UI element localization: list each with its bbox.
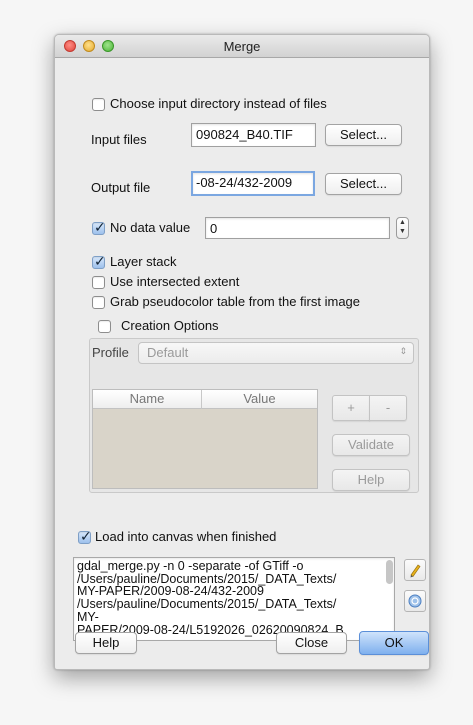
output-select-button[interactable]: Select... bbox=[325, 173, 402, 195]
command-line: MY- bbox=[77, 609, 99, 624]
merge-dialog: Merge Choose input directory instead of … bbox=[54, 34, 430, 670]
creation-options-label: Creation Options bbox=[121, 318, 219, 333]
add-option-button[interactable]: + bbox=[332, 395, 370, 421]
creation-options-group: Profile Default ⇕ Name Value + - Validat… bbox=[89, 338, 419, 493]
load-canvas-checkbox[interactable]: ✓ bbox=[78, 528, 92, 544]
intersected-extent-label: Use intersected extent bbox=[110, 274, 240, 289]
remove-option-button[interactable]: - bbox=[369, 395, 407, 421]
close-button[interactable]: Close bbox=[276, 632, 347, 654]
pseudocolor-checkbox[interactable] bbox=[92, 296, 105, 309]
reset-icon bbox=[408, 594, 422, 608]
value-column-header[interactable]: Value bbox=[202, 390, 317, 409]
spinner-down-icon[interactable]: ▼ bbox=[399, 228, 406, 236]
layer-stack-checkbox[interactable]: ✓ bbox=[92, 253, 106, 269]
output-file-field[interactable]: -08-24/432-2009 bbox=[191, 171, 315, 196]
no-data-spinner[interactable]: ▲ ▼ bbox=[396, 217, 409, 239]
profile-select[interactable]: Default ⇕ bbox=[138, 342, 414, 364]
chevron-updown-icon: ⇕ bbox=[399, 346, 407, 356]
profile-label: Profile bbox=[92, 345, 129, 360]
command-text[interactable]: gdal_merge.py -n 0 -separate -of GTiff -… bbox=[73, 557, 395, 641]
options-table[interactable]: Name Value bbox=[92, 389, 318, 489]
edit-command-button[interactable] bbox=[404, 559, 426, 581]
pseudocolor-label: Grab pseudocolor table from the first im… bbox=[110, 294, 361, 309]
window-title: Merge bbox=[223, 39, 261, 54]
no-data-checkbox[interactable]: ✓ bbox=[92, 219, 106, 235]
name-column-header[interactable]: Name bbox=[93, 390, 202, 409]
command-line: /Users/pauline/Documents/2015/_DATA_Text… bbox=[77, 597, 337, 612]
no-data-label: No data value bbox=[110, 220, 191, 235]
choose-dir-label: Choose input directory instead of files bbox=[110, 96, 327, 111]
creation-help-button[interactable]: Help bbox=[332, 469, 410, 491]
input-files-field[interactable]: 090824_B40.TIF bbox=[191, 123, 316, 147]
command-scrollbar[interactable] bbox=[386, 560, 393, 584]
choose-dir-checkbox[interactable] bbox=[92, 98, 105, 111]
creation-options-checkbox[interactable] bbox=[98, 320, 111, 333]
ok-button[interactable]: OK bbox=[359, 631, 429, 655]
title-bar: Merge bbox=[55, 35, 429, 58]
input-files-label: Input files bbox=[91, 132, 147, 147]
no-data-value-field[interactable]: 0 bbox=[205, 217, 390, 239]
profile-select-value: Default bbox=[147, 345, 189, 360]
layer-stack-label: Layer stack bbox=[110, 254, 177, 269]
help-button[interactable]: Help bbox=[75, 632, 137, 654]
output-file-label: Output file bbox=[91, 180, 151, 195]
validate-button[interactable]: Validate bbox=[332, 434, 410, 456]
pencil-icon bbox=[410, 564, 421, 578]
load-canvas-label: Load into canvas when finished bbox=[95, 529, 277, 544]
spinner-up-icon[interactable]: ▲ bbox=[399, 219, 406, 227]
command-line: gdal_merge.py -n 0 -separate -of GTiff -… bbox=[77, 559, 304, 573]
reset-command-button[interactable] bbox=[404, 590, 426, 612]
intersected-extent-checkbox[interactable] bbox=[92, 276, 105, 289]
input-select-button[interactable]: Select... bbox=[325, 124, 402, 146]
